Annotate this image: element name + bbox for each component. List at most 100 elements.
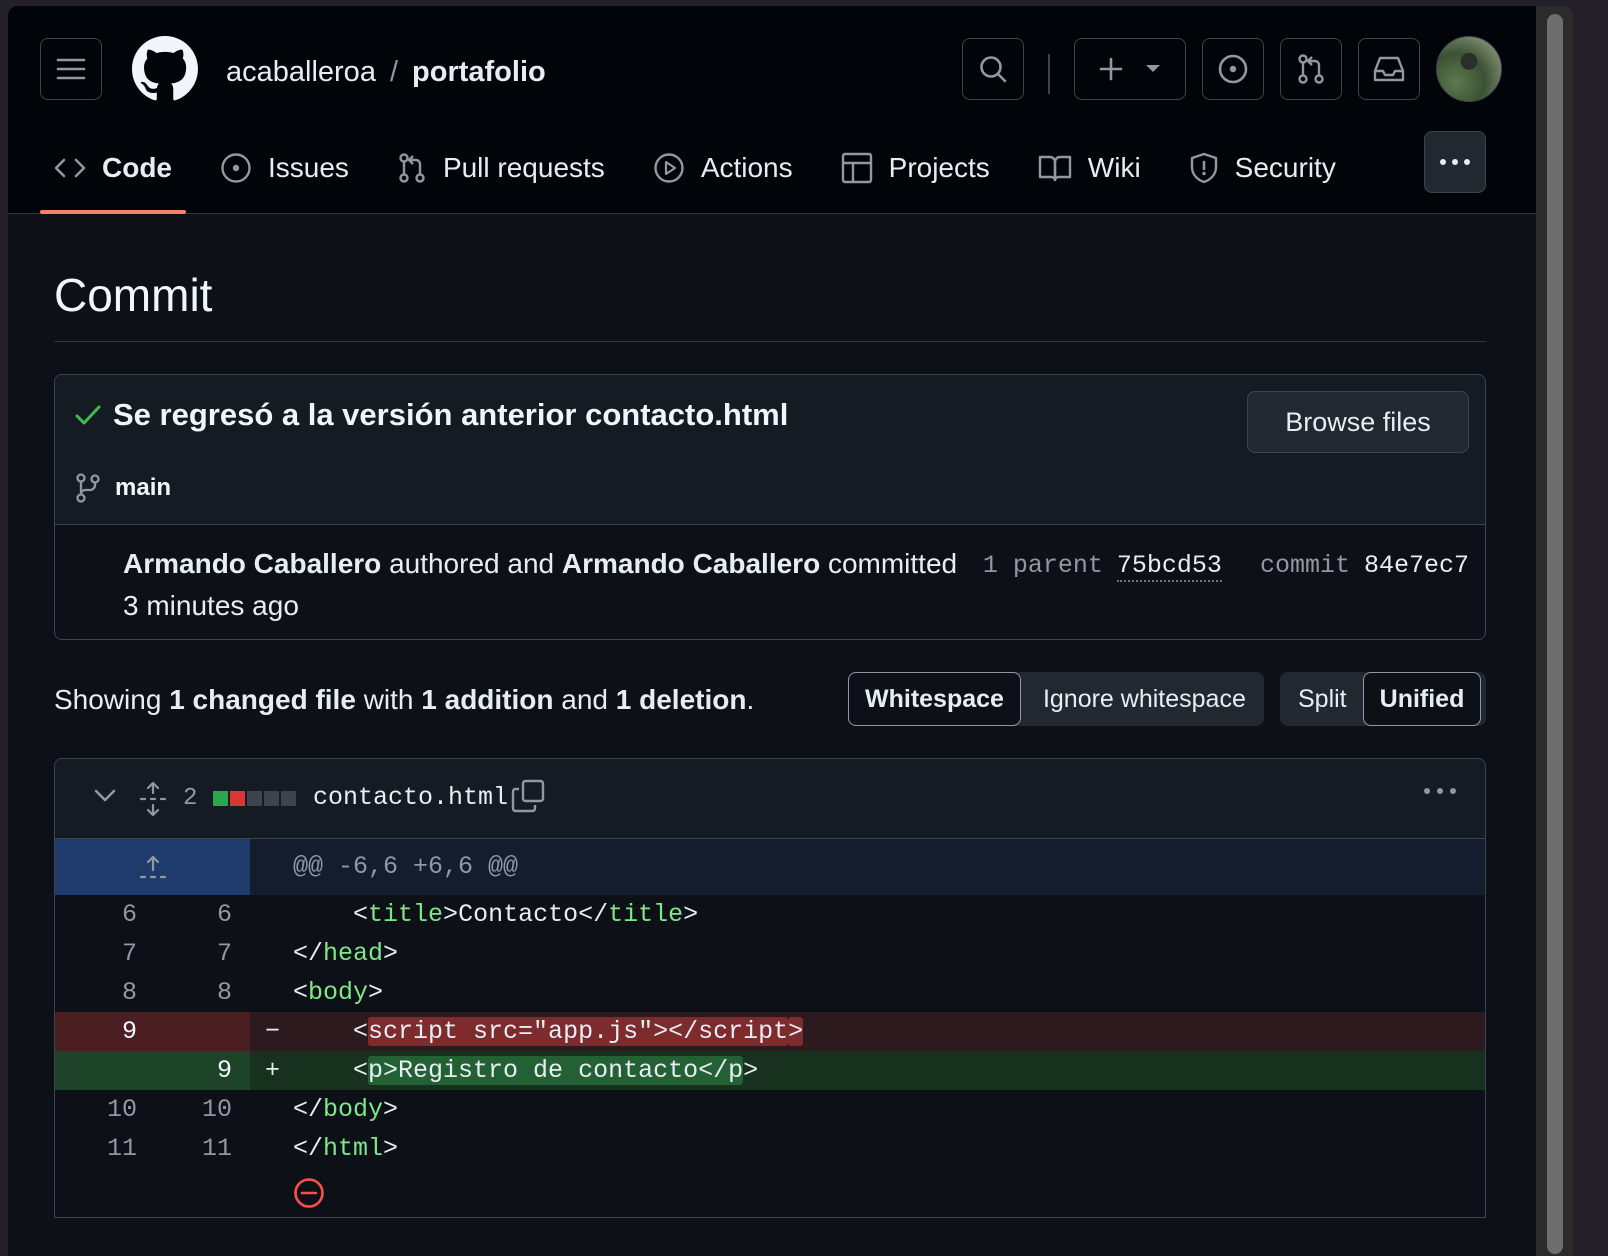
code-icon [54, 158, 86, 178]
diff-line-added: 9 + <p>Registro de contacto</p> [55, 1051, 1485, 1090]
github-logo-icon[interactable] [132, 36, 198, 102]
authored-text: authored and [389, 548, 555, 579]
issues-shortcut-button[interactable] [1202, 38, 1264, 100]
no-newline-icon [294, 1178, 324, 1208]
old-line-number[interactable]: 7 [55, 934, 137, 973]
page-title: Commit [54, 269, 213, 321]
code-line: </head> [293, 939, 399, 968]
code-line: <script src="app.js"></script> [353, 1017, 804, 1046]
diff-view-toggle-group: Split Unified [1280, 672, 1486, 726]
code-line: <p>Registro de contacto</p> [353, 1056, 759, 1085]
tab-wiki-label: Wiki [1087, 152, 1141, 183]
search-icon [980, 56, 1007, 83]
old-line-number[interactable]: 11 [55, 1129, 137, 1168]
issue-opened-icon [1218, 54, 1248, 84]
summary-period: . [746, 684, 755, 715]
diffstat-blocks [213, 791, 296, 806]
tab-wiki[interactable]: Wiki [1024, 138, 1155, 198]
tab-pull-requests[interactable]: Pull requests [383, 138, 619, 198]
search-button[interactable] [962, 38, 1024, 100]
git-branch-icon [76, 473, 100, 503]
repo-name-link[interactable]: portafolio [412, 56, 546, 89]
old-line-number[interactable]: 8 [55, 973, 137, 1012]
code-line: </html> [293, 1134, 399, 1163]
old-line-number[interactable]: 9 [55, 1012, 137, 1051]
parent-label: 1 parent [982, 551, 1103, 580]
commit-branch: main [75, 473, 171, 503]
diff-summary: Showing 1 changed file with 1 addition a… [54, 684, 754, 716]
expand-up-button[interactable] [55, 839, 250, 895]
more-tabs-button[interactable] [1424, 131, 1486, 193]
old-line-number[interactable]: 6 [55, 895, 137, 934]
tab-code[interactable]: Code [40, 138, 186, 214]
breadcrumb-separator: / [389, 56, 399, 88]
table-icon [841, 152, 872, 184]
diff-lines: 6 6 <title>Contacto</title> 7 7 </head> … [55, 895, 1485, 1168]
commit-info-header: Se regresó a la versión anterior contact… [55, 375, 1485, 525]
tab-issues[interactable]: Issues [206, 138, 363, 198]
diff-line: 11 11 </html> [55, 1129, 1485, 1168]
diff-line: 10 10 </body> [55, 1090, 1485, 1129]
title-divider [54, 341, 1486, 342]
old-line-number[interactable]: 10 [55, 1090, 137, 1129]
commit-time: 3 minutes ago [123, 590, 299, 621]
code-line: <title>Contacto</title> [353, 900, 699, 929]
copy-icon[interactable] [511, 779, 545, 813]
parent-sha-link[interactable]: 75bcd53 [1116, 551, 1222, 582]
diffstat-block [247, 791, 262, 806]
whitespace-option[interactable]: Whitespace [848, 672, 1021, 726]
new-line-number[interactable]: 6 [150, 895, 232, 934]
tab-projects[interactable]: Projects [827, 138, 1004, 198]
diffstat-block [264, 791, 279, 806]
new-line-number[interactable]: 8 [150, 973, 232, 1012]
branch-name[interactable]: main [115, 474, 171, 502]
diff-line: 8 8 <body> [55, 973, 1485, 1012]
commit-authorship: Armando Caballero authored and Armando C… [123, 543, 983, 627]
committed-text: committed [827, 548, 958, 579]
browse-files-button[interactable]: Browse files [1247, 391, 1469, 453]
tab-actions[interactable]: Actions [639, 138, 807, 198]
tab-security[interactable]: Security [1175, 138, 1350, 198]
chevron-down-icon[interactable] [93, 787, 117, 803]
commit-sha: 84e7ec7 [1363, 551, 1469, 580]
repo-owner-link[interactable]: acaballeroa [226, 56, 376, 89]
kebab-horizontal-icon[interactable] [1423, 787, 1457, 795]
create-new-button[interactable] [1074, 38, 1186, 100]
scrollbar-thumb[interactable] [1547, 14, 1563, 1254]
diff-line: 7 7 </head> [55, 934, 1485, 973]
issue-icon [221, 153, 251, 183]
scrollbar-track[interactable] [1536, 6, 1573, 1256]
new-line-number[interactable]: 10 [150, 1090, 232, 1129]
inbox-button[interactable] [1358, 38, 1420, 100]
repo-breadcrumb: acaballeroa / portafolio [226, 56, 546, 89]
commit-message: Se regresó a la versión anterior contact… [75, 397, 788, 433]
addition-marker: + [265, 1056, 281, 1085]
diffstat-block [230, 791, 245, 806]
diffstat-block [213, 791, 228, 806]
tab-pull-requests-label: Pull requests [442, 152, 605, 183]
split-view-option[interactable]: Split [1280, 672, 1363, 726]
change-count: 2 [183, 785, 198, 812]
pull-requests-shortcut-button[interactable] [1280, 38, 1342, 100]
check-icon [75, 405, 101, 425]
git-pull-request-icon [1298, 54, 1324, 84]
unified-view-option[interactable]: Unified [1362, 672, 1482, 726]
menu-button[interactable] [40, 38, 102, 100]
author-link[interactable]: Armando Caballero [123, 548, 381, 579]
fold-up-icon [139, 855, 166, 879]
committer-link[interactable]: Armando Caballero [562, 548, 820, 579]
new-line-number[interactable]: 9 [150, 1051, 232, 1090]
new-line-number[interactable]: 7 [150, 934, 232, 973]
tab-code-label: Code [102, 152, 172, 183]
diff-line: 6 6 <title>Contacto</title> [55, 895, 1485, 934]
book-icon [1038, 155, 1071, 182]
pull-request-icon [399, 153, 425, 183]
file-name[interactable]: contacto.html [313, 783, 508, 812]
unfold-icon[interactable] [139, 781, 167, 817]
kebab-horizontal-icon [1440, 159, 1470, 165]
browser-window: acaballeroa / portafolio Code Issues Pul… [8, 6, 1573, 1256]
repo-tabs: Code Issues Pull requests Actions Projec… [40, 138, 1370, 214]
new-line-number[interactable]: 11 [150, 1129, 232, 1168]
user-avatar[interactable] [1436, 36, 1502, 102]
ignore-whitespace-option[interactable]: Ignore whitespace [1021, 672, 1262, 726]
